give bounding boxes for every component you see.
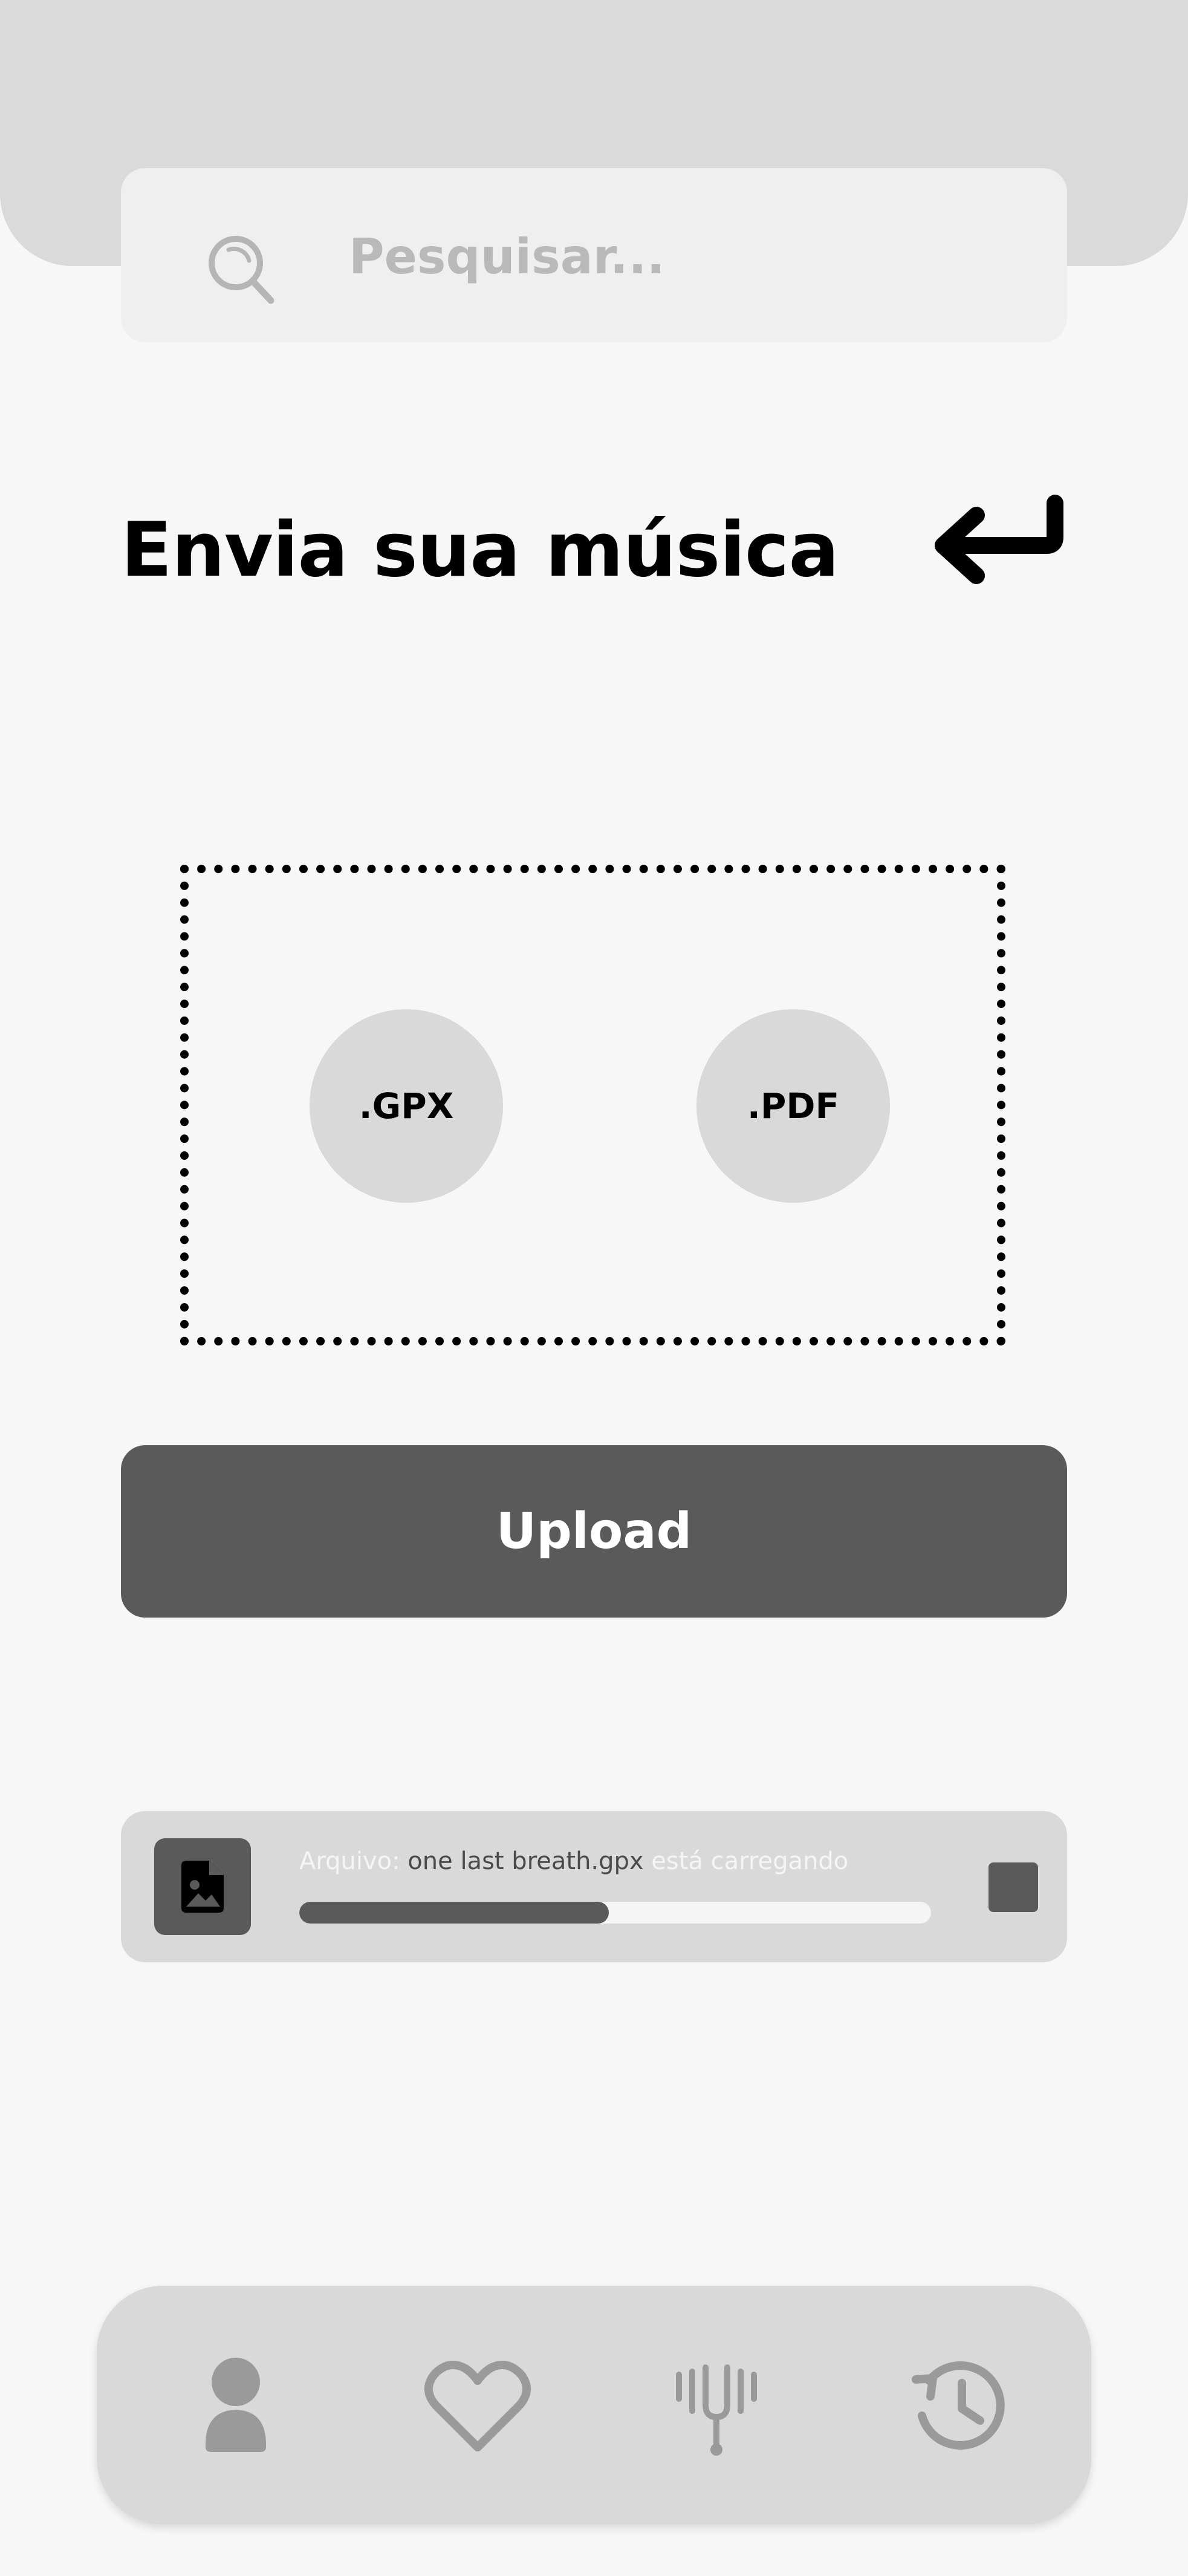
file-thumbnail (154, 1838, 251, 1935)
tuning-fork-icon (676, 2364, 757, 2456)
search-bar[interactable] (121, 168, 1067, 342)
upload-progress-fill (299, 1902, 609, 1924)
image-file-icon (181, 1861, 224, 1913)
heart-icon (424, 2360, 531, 2451)
user-icon (205, 2358, 267, 2452)
stop-upload-button[interactable] (988, 1862, 1038, 1912)
format-pdf-label: .PDF (747, 1085, 840, 1127)
file-dropzone[interactable]: .GPX .PDF (180, 865, 1005, 1345)
format-pdf-badge: .PDF (696, 1009, 890, 1203)
bottom-nav (97, 2286, 1091, 2525)
back-arrow-icon[interactable] (919, 490, 1070, 593)
status-file-name: one last breath.gpx (407, 1847, 644, 1875)
upload-status-text: Arquivo: one last breath.gpx está carreg… (299, 1847, 848, 1875)
status-suffix: está carregando (643, 1847, 849, 1875)
status-prefix: Arquivo: (299, 1847, 408, 1875)
upload-progress-bar (299, 1902, 931, 1924)
nav-item-favorites[interactable] (417, 2344, 538, 2465)
nav-item-history[interactable] (898, 2344, 1019, 2465)
format-gpx-badge: .GPX (310, 1009, 503, 1203)
nav-item-tuner[interactable] (656, 2344, 777, 2465)
format-gpx-label: .GPX (359, 1085, 454, 1127)
upload-button[interactable]: Upload (121, 1445, 1067, 1618)
history-icon (912, 2361, 1005, 2450)
nav-item-profile[interactable] (175, 2344, 296, 2465)
search-input[interactable] (348, 216, 1015, 296)
upload-progress-card: Arquivo: one last breath.gpx está carreg… (121, 1811, 1067, 1962)
page-title: Envia sua música (121, 507, 839, 594)
search-icon (209, 236, 274, 304)
